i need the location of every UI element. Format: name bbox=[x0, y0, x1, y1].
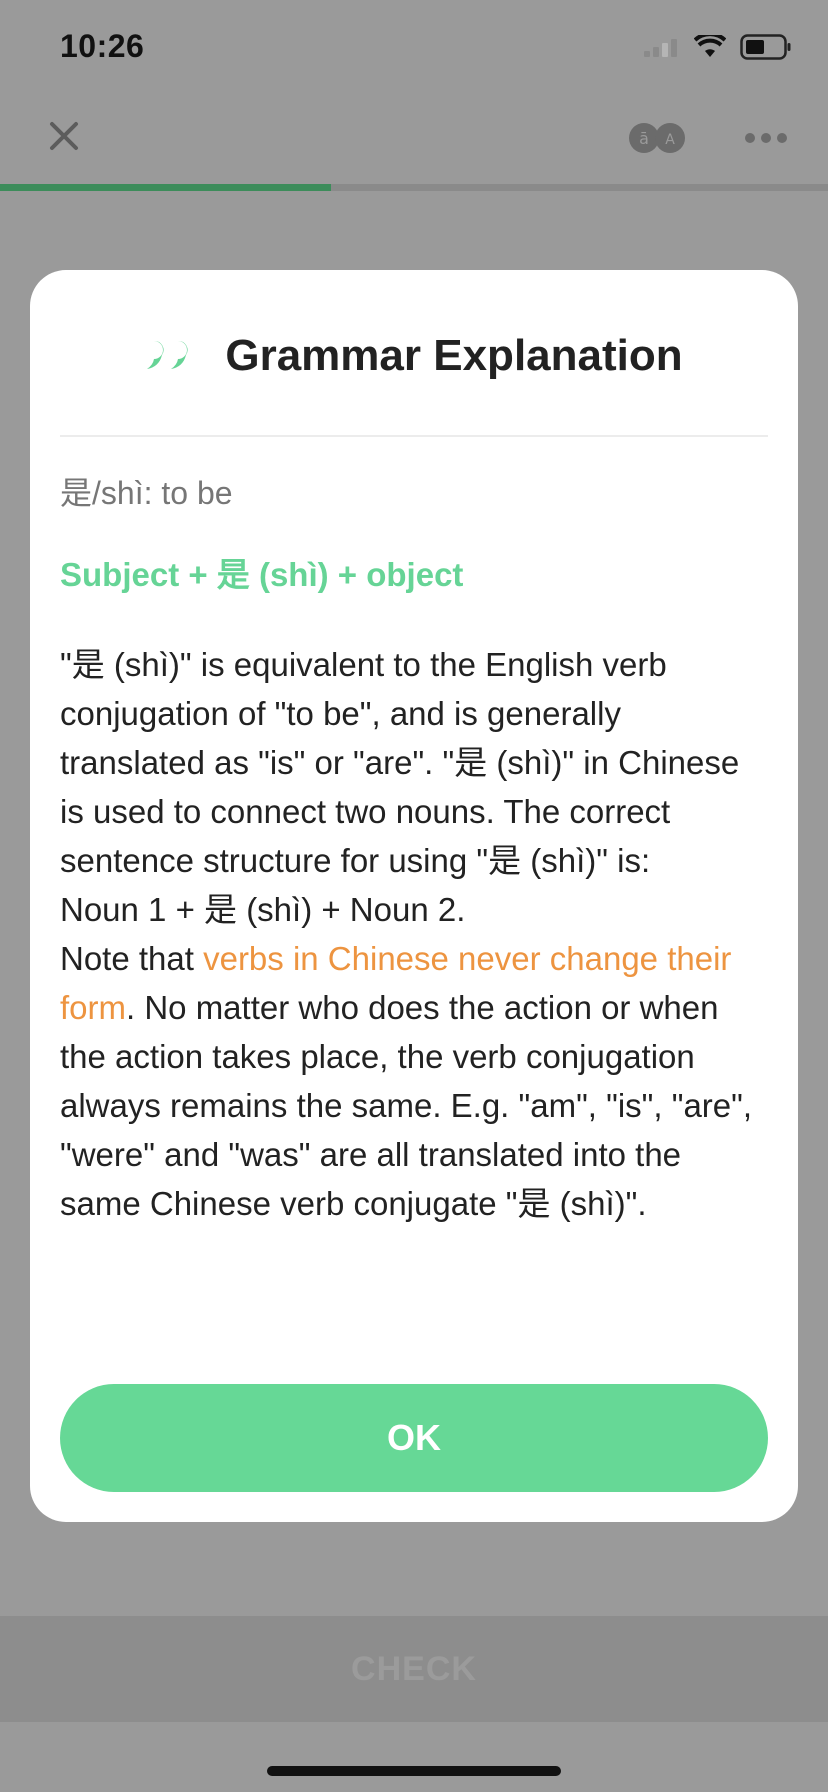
grammar-explanation-modal: Grammar Explanation 是/shì: to be Subject… bbox=[30, 270, 798, 1522]
lesson-progress-bar bbox=[0, 184, 828, 191]
signal-icon bbox=[644, 39, 677, 57]
status-time: 10:26 bbox=[60, 28, 145, 64]
check-bar: CHECK bbox=[0, 1616, 828, 1722]
grammar-pattern-caption: 是/shì: to be bbox=[60, 475, 233, 511]
explanation-paragraph-3: Note that verbs in Chinese never change … bbox=[60, 934, 768, 1228]
status-icons bbox=[644, 34, 792, 60]
pinyin-toggle-icon[interactable]: ā A bbox=[628, 122, 686, 154]
lesson-progress-fill bbox=[0, 184, 332, 191]
grammar-explanation-text: "是 (shì)" is equivalent to the English v… bbox=[60, 640, 768, 1228]
modal-title: Grammar Explanation bbox=[225, 331, 683, 380]
battery-icon bbox=[740, 34, 791, 60]
divider bbox=[60, 435, 768, 437]
modal-header: Grammar Explanation bbox=[30, 326, 798, 386]
quote-icon bbox=[147, 341, 188, 369]
status-bar: 10:26 bbox=[0, 0, 828, 96]
home-indicator bbox=[267, 1766, 561, 1776]
grammar-structure: Subject + 是 (shì) + object bbox=[60, 556, 464, 593]
explanation-text: . No matter who does the action or when … bbox=[60, 989, 753, 1222]
close-button[interactable] bbox=[44, 118, 84, 158]
lesson-topbar: ā A bbox=[0, 96, 828, 184]
svg-text:ā: ā bbox=[639, 129, 649, 148]
more-options-icon[interactable] bbox=[744, 122, 788, 154]
explanation-paragraph-2: Noun 1 + 是 (shì) + Noun 2. bbox=[60, 891, 466, 928]
explanation-text: Note that bbox=[60, 940, 204, 977]
svg-text:A: A bbox=[665, 132, 675, 148]
explanation-paragraph-1: "是 (shì)" is equivalent to the English v… bbox=[60, 646, 740, 879]
wifi-icon bbox=[694, 35, 726, 57]
close-icon bbox=[50, 122, 78, 150]
check-button[interactable]: CHECK bbox=[0, 1650, 828, 1689]
ok-button[interactable]: OK bbox=[60, 1384, 768, 1492]
